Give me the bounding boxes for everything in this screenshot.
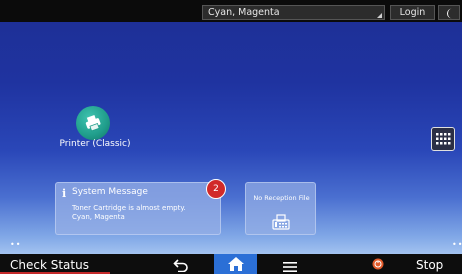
fax-machine-icon bbox=[272, 214, 290, 230]
message-count-badge: 2 bbox=[206, 179, 226, 199]
home-icon bbox=[228, 257, 244, 271]
system-message-line-2: Cyan, Magenta bbox=[72, 213, 125, 221]
stop-button[interactable]: Stop bbox=[370, 254, 462, 274]
printer-icon bbox=[85, 115, 101, 132]
system-message-title: System Message bbox=[72, 187, 148, 197]
energy-saver-button[interactable] bbox=[438, 5, 460, 20]
back-arrow-icon bbox=[173, 259, 188, 273]
app-list-button[interactable] bbox=[431, 127, 455, 151]
stop-label: Stop bbox=[416, 258, 444, 272]
printer-app-label: Printer (Classic) bbox=[59, 139, 131, 149]
status-message-field[interactable]: Cyan, Magenta bbox=[202, 5, 385, 20]
menu-button[interactable] bbox=[283, 258, 297, 272]
info-icon: i bbox=[62, 187, 67, 200]
expand-corner-icon bbox=[377, 13, 382, 18]
top-status-bar: Cyan, Magenta Login bbox=[0, 0, 462, 22]
page-indicator-left: •• bbox=[10, 240, 22, 249]
crescent-moon-icon bbox=[447, 8, 452, 19]
system-message-line-1: Toner Cartridge is almost empty. bbox=[72, 204, 186, 212]
printer-classic-app[interactable]: Printer (Classic) bbox=[55, 106, 135, 152]
login-button[interactable]: Login bbox=[390, 5, 435, 20]
home-button[interactable] bbox=[214, 254, 257, 274]
check-status-label: Check Status bbox=[10, 258, 89, 272]
reception-file-widget[interactable]: No Reception File bbox=[245, 182, 316, 235]
status-message-text: Cyan, Magenta bbox=[208, 7, 280, 18]
page-indicator-right: •• bbox=[452, 240, 462, 249]
printer-app-icon-circle bbox=[76, 106, 110, 140]
stop-icon bbox=[372, 258, 384, 270]
check-status-button[interactable]: Check Status bbox=[0, 254, 110, 274]
home-screen: Cyan, Magenta Login Printer (Classic) i … bbox=[0, 0, 462, 274]
system-message-widget[interactable]: i System Message Toner Cartridge is almo… bbox=[55, 179, 226, 235]
reception-file-title: No Reception File bbox=[253, 194, 310, 202]
hamburger-menu-icon bbox=[283, 262, 297, 272]
back-button[interactable] bbox=[173, 257, 189, 273]
grid-icon bbox=[436, 133, 451, 145]
bottom-nav-bar: Check Status Stop bbox=[0, 254, 462, 274]
